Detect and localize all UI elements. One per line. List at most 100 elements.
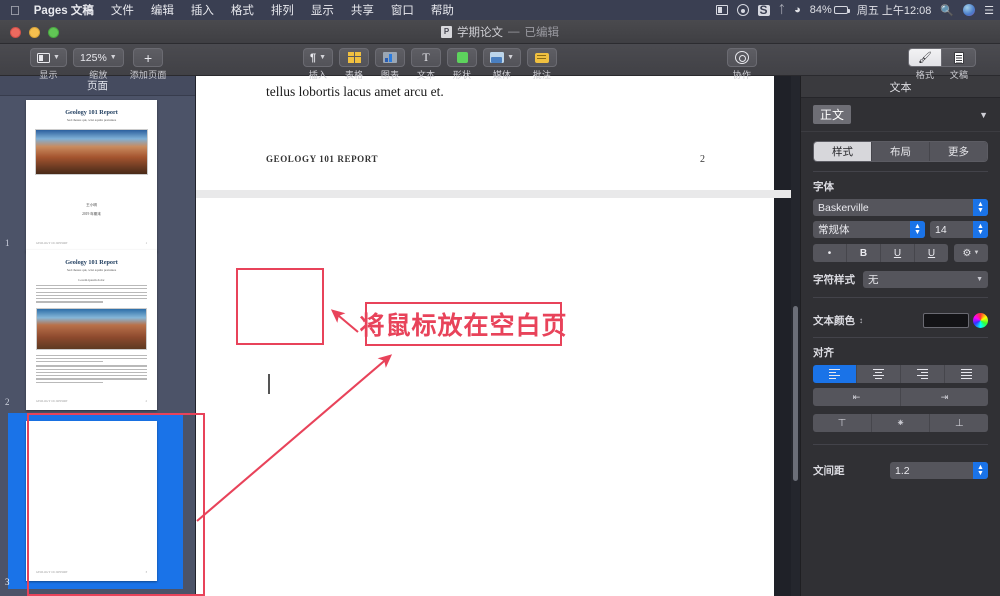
text-color-stepper-icon[interactable]: ↕ <box>859 316 863 325</box>
text-icon: T <box>422 50 430 64</box>
chart-button[interactable]: 图表 <box>375 48 406 81</box>
character-style-chevron-icon[interactable]: ▼ <box>976 276 983 283</box>
canvas-vertical-scrollbar[interactable] <box>791 76 800 596</box>
menu-item-pages[interactable]: Pages 文稿 <box>34 2 94 18</box>
increase-indent-button[interactable]: ⇥ <box>901 388 988 406</box>
siri-icon[interactable] <box>963 4 976 16</box>
menu-item-edit[interactable]: 编辑 <box>151 2 174 18</box>
document-inspector-button[interactable]: 文稿 <box>942 48 976 81</box>
zoom-button[interactable] <box>48 27 59 38</box>
shape-label: 形状 <box>452 70 472 80</box>
view-icon <box>37 52 50 63</box>
align-justify-button[interactable] <box>945 365 988 383</box>
align-bottom-button[interactable]: ⊥ <box>930 414 988 432</box>
line-spacing-stepper-icon[interactable]: ▲ ▼ <box>973 462 988 479</box>
align-center-button[interactable] <box>857 365 901 383</box>
thumb3-footer: GEOLOGY 101 REPORT 3 <box>36 570 147 574</box>
thumb1-subtitle: Sed rhesus qui, wisi aquila pretuntes <box>66 118 117 122</box>
thumb1-canyon-image <box>35 129 148 175</box>
snagit-icon[interactable]: S <box>757 4 770 16</box>
document-icon <box>953 51 964 64</box>
thumb2-subtitle: Sed rhesus qui, wisi aquila pretuntes <box>66 268 117 272</box>
spotlight-search-icon[interactable]: 🔍 <box>940 4 954 17</box>
thumbnail-page-1[interactable]: Geology 101 Report Sed rhesus qui, wisi … <box>0 100 195 252</box>
bullet-style-button[interactable]: • <box>813 244 847 262</box>
underline-button[interactable]: U <box>881 244 915 262</box>
thumbnail-page-2[interactable]: Geology 101 Report Sed rhesus qui, wisi … <box>0 250 195 413</box>
tab-layout[interactable]: 布局 <box>872 142 930 161</box>
notification-center-icon[interactable]: ☰ <box>984 4 994 17</box>
screen-capture-icon[interactable] <box>715 5 728 15</box>
text-color-swatch[interactable] <box>923 313 969 328</box>
tab-style[interactable]: 样式 <box>814 142 872 161</box>
tab-more[interactable]: 更多 <box>930 142 987 161</box>
menu-item-window[interactable]: 窗口 <box>391 2 414 18</box>
shape-button[interactable]: 形状 <box>447 48 478 81</box>
battery-status[interactable]: 84% <box>809 4 850 16</box>
align-top-button[interactable]: ⊤ <box>813 414 872 432</box>
align-left-button[interactable] <box>813 365 857 383</box>
zoom-level-button[interactable]: 125% ▼ 缩放 <box>72 48 124 81</box>
text-color-section: 文本颜色 ↕ <box>801 298 1000 328</box>
character-style-select[interactable]: 无 ▼ <box>863 271 988 288</box>
menu-item-help[interactable]: 帮助 <box>431 2 454 18</box>
align-right-button[interactable] <box>901 365 945 383</box>
add-page-button[interactable]: + 添加页面 <box>130 48 167 81</box>
menu-item-format[interactable]: 格式 <box>231 2 254 18</box>
decrease-indent-button[interactable]: ⇤ <box>813 388 901 406</box>
page-thumbnail-sidebar[interactable]: 页面 Geology 101 Report Sed rhesus qui, wi… <box>0 76 196 596</box>
chart-label: 图表 <box>380 70 400 80</box>
text-color-label: 文本颜色 <box>813 315 855 327</box>
edited-status: 已编辑 <box>524 26 560 39</box>
media-button[interactable]: ▼ 媒体 <box>483 48 521 81</box>
document-page-2[interactable]: tellus lobortis lacus amet arcu et. GEOL… <box>196 76 774 190</box>
alignment-label: 对齐 <box>813 347 834 359</box>
view-options-button[interactable]: ▼ 显示 <box>30 48 67 81</box>
font-weight-stepper-icon[interactable]: ▲ ▼ <box>910 221 925 238</box>
font-options-gear-button[interactable]: ⚙ ▼ <box>954 244 988 262</box>
font-family-stepper-icon[interactable]: ▲ ▼ <box>973 199 988 216</box>
menu-item-view[interactable]: 显示 <box>311 2 334 18</box>
font-family-select[interactable]: Baskerville ▲ ▼ <box>813 199 988 216</box>
bold-button[interactable]: B <box>847 244 881 262</box>
insert-button[interactable]: ¶ ▼ 插入 <box>303 48 334 81</box>
bluetooth-icon[interactable]: ᛏ <box>779 4 786 16</box>
document-page-3[interactable] <box>196 198 774 596</box>
menu-item-insert[interactable]: 插入 <box>191 2 214 18</box>
text-button[interactable]: T 文本 <box>411 48 442 81</box>
document-canvas[interactable]: tellus lobortis lacus amet arcu et. GEOL… <box>196 76 800 596</box>
font-size-field[interactable]: 14 ▲ ▼ <box>930 221 988 238</box>
font-weight-select[interactable]: 常规体 ▲ ▼ <box>813 221 925 238</box>
menu-item-arrange[interactable]: 排列 <box>271 2 294 18</box>
line-spacing-field[interactable]: 1.2 ▲ ▼ <box>890 462 988 479</box>
battery-percent-label: 84% <box>809 4 832 16</box>
wifi-icon[interactable]: ◕ <box>794 4 801 16</box>
paragraph-style-row[interactable]: 正文 ▼ <box>801 98 1000 132</box>
window-title: P 学期论文 — 已编辑 <box>441 24 559 40</box>
alignment-section: 对齐 ⇤ ⇥ ⊤ ⁕ ⊥ <box>801 338 1000 432</box>
strikethrough-button[interactable]: U <box>915 244 948 262</box>
minimize-button[interactable] <box>29 27 40 38</box>
apple-icon[interactable]:  <box>10 4 20 17</box>
table-button[interactable]: 表格 <box>339 48 370 81</box>
collaborate-button[interactable]: 协作 <box>727 48 757 81</box>
align-middle-icon: ⁕ <box>896 417 905 429</box>
scrollbar-thumb[interactable] <box>793 306 798 481</box>
menu-item-file[interactable]: 文件 <box>111 2 134 18</box>
thumbnail-page-3[interactable]: GEOLOGY 101 REPORT 3 3 <box>0 413 195 595</box>
align-middle-button[interactable]: ⁕ <box>871 414 931 432</box>
battery-icon <box>833 6 850 14</box>
format-inspector-button[interactable]: 🖌 格式 <box>908 48 942 81</box>
align-top-icon: ⊤ <box>837 417 847 429</box>
font-size-stepper-icon[interactable]: ▲ ▼ <box>973 221 988 238</box>
comment-button[interactable]: 批注 <box>527 48 557 81</box>
menu-item-share[interactable]: 共享 <box>351 2 374 18</box>
chevron-down-icon[interactable]: ▼ <box>979 110 988 120</box>
media-icon <box>490 52 505 63</box>
color-wheel-icon[interactable] <box>973 313 988 328</box>
close-button[interactable] <box>10 27 21 38</box>
cloud-sync-icon[interactable] <box>736 4 749 16</box>
line-spacing-value: 1.2 <box>895 464 910 477</box>
menu-clock[interactable]: 周五 上午12:08 <box>857 2 932 18</box>
document-title[interactable]: 学期论文 <box>457 24 503 40</box>
